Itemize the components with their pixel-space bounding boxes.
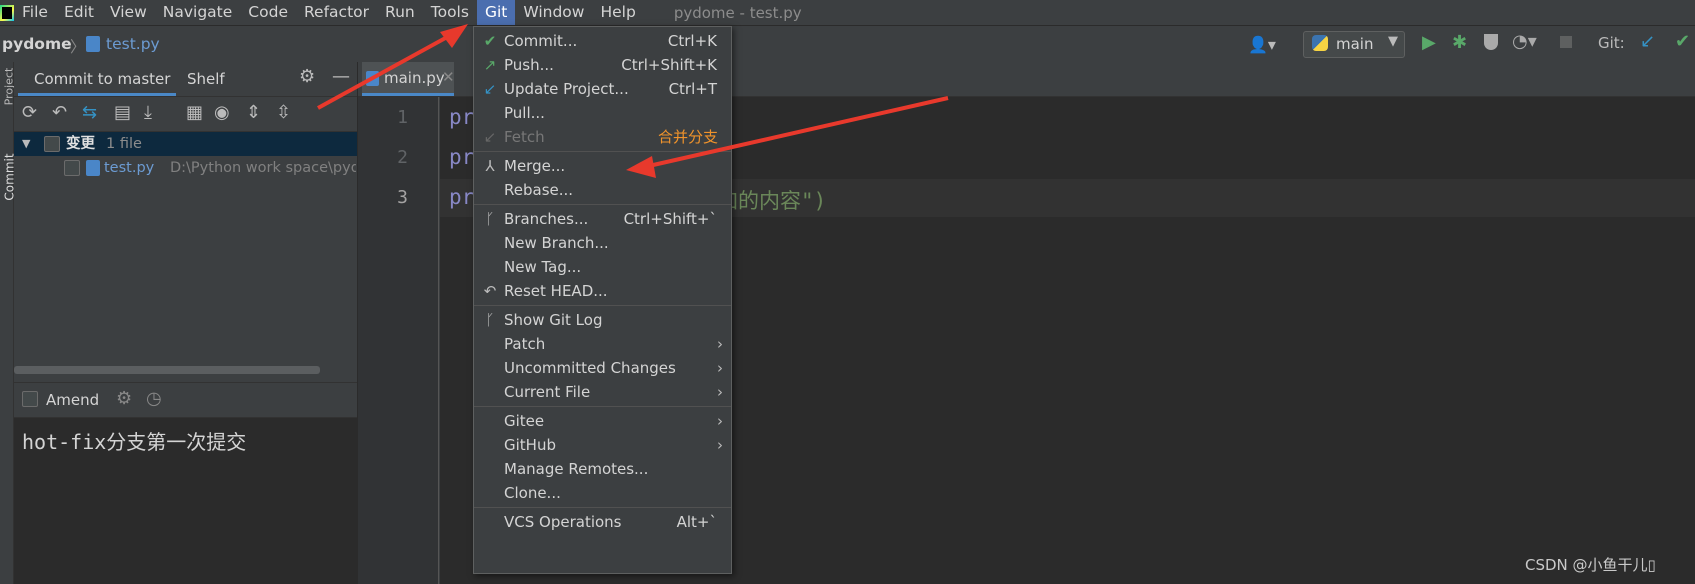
merge-annotation-note: 合并分支	[658, 128, 719, 146]
arrow-to-git-menu	[317, 24, 468, 110]
annotation-arrows	[317, 24, 949, 178]
watermark: CSDN @小鱼干儿▯	[1525, 556, 1656, 574]
